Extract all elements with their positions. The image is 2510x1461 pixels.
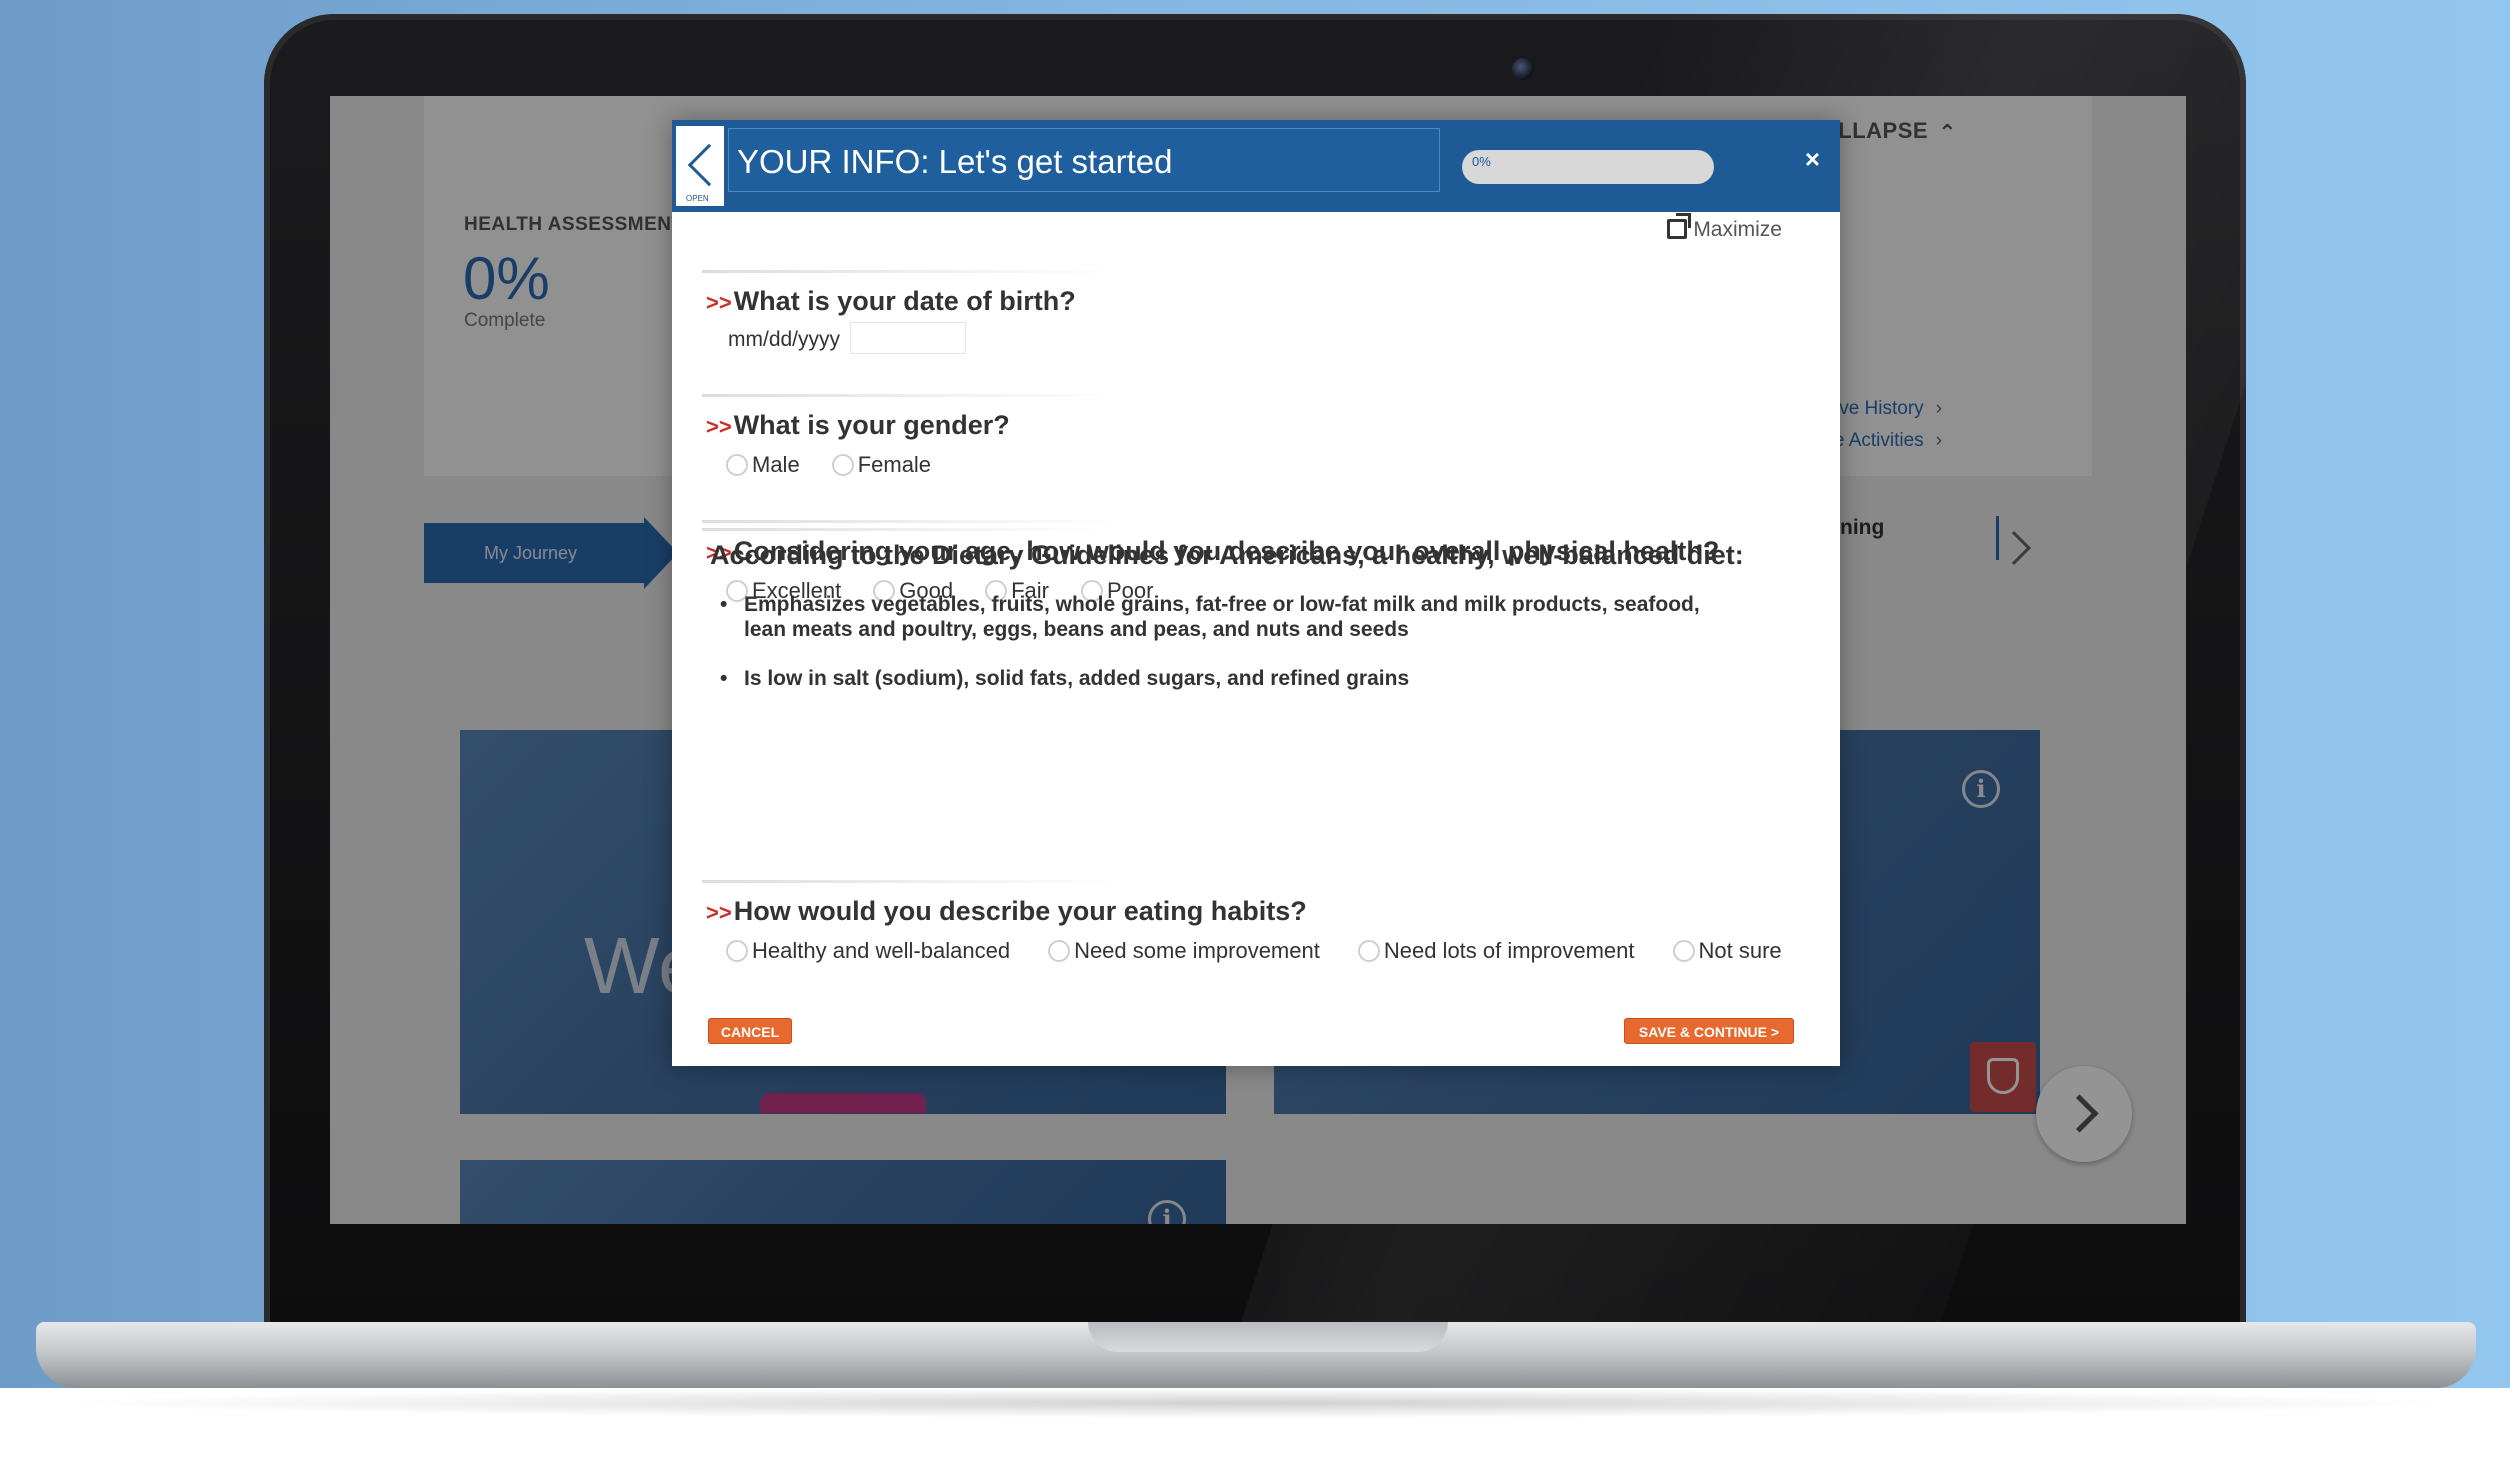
question-gender-label: What is your gender? [733, 410, 1010, 440]
dob-input[interactable] [850, 322, 966, 354]
question-marker: >> [706, 414, 732, 439]
radio-button[interactable] [1357, 940, 1380, 962]
maximize-label: Maximize [1693, 218, 1782, 241]
gender-option-female[interactable]: Female [831, 452, 932, 478]
eating-option-healthy[interactable]: Healthy and well-balanced [726, 938, 1010, 964]
radio-button[interactable] [831, 454, 854, 476]
guidelines-item: Emphasizes vegetables, fruits, whole gra… [720, 592, 1740, 642]
question-marker: >> [706, 290, 732, 315]
laptop-base-notch [1088, 1322, 1448, 1352]
guidelines-divider [702, 528, 1102, 531]
question-dob: >>What is your date of birth? mm/dd/yyyy [702, 270, 1802, 370]
title-box: YOUR INFO: Let's get started [728, 128, 1440, 192]
progress-label: 0% [1472, 154, 1491, 169]
maximize-button[interactable]: Maximize [1667, 213, 1782, 242]
eating-option-lots-improvement[interactable]: Need lots of improvement [1357, 938, 1635, 964]
question-marker: >> [706, 900, 732, 925]
your-info-modal: OPEN YOUR INFO: Let's get started 0% × M… [672, 120, 1840, 1066]
question-gender-text: >>What is your gender? [706, 410, 1010, 441]
question-divider [702, 880, 1122, 883]
close-icon[interactable]: × [1805, 144, 1820, 175]
eating-options: Healthy and well-balanced Need some impr… [726, 938, 1782, 964]
radio-button[interactable] [1672, 940, 1695, 962]
floor-shadow [40, 1388, 2470, 1418]
gender-option-male[interactable]: Male [726, 452, 800, 478]
question-eating-text: >>How would you describe your eating hab… [706, 896, 1307, 927]
option-label: Female [857, 452, 932, 477]
question-dob-label: What is your date of birth? [733, 286, 1076, 316]
gender-options: Male Female [726, 452, 931, 478]
guidelines-item: Is low in salt (sodium), solid fats, add… [720, 666, 1740, 691]
eating-option-not-sure[interactable]: Not sure [1672, 938, 1782, 964]
radio-button[interactable] [1048, 940, 1071, 962]
question-eating: >>How would you describe your eating hab… [702, 880, 1802, 980]
radio-button[interactable] [726, 454, 748, 476]
radio-button[interactable] [726, 940, 748, 962]
modal-header: OPEN YOUR INFO: Let's get started 0% × [672, 120, 1840, 212]
cancel-button[interactable]: CANCEL [708, 1018, 792, 1044]
back-label: OPEN [686, 194, 709, 203]
eating-option-some-improvement[interactable]: Need some improvement [1048, 938, 1320, 964]
external-link-icon [1667, 213, 1692, 239]
question-eating-label: How would you describe your eating habit… [733, 896, 1307, 926]
back-button[interactable]: OPEN [676, 126, 731, 206]
chevron-left-icon [687, 143, 731, 187]
option-label: Male [752, 452, 800, 477]
option-label: Need lots of improvement [1383, 938, 1635, 963]
modal-title: YOUR INFO: Let's get started [737, 143, 1173, 180]
option-label: Healthy and well-balanced [752, 938, 1011, 963]
save-continue-button[interactable]: SAVE & CONTINUE > [1624, 1018, 1794, 1044]
guidelines-title: According to the Dietary Guidelines for … [710, 540, 1744, 570]
question-divider [702, 270, 1122, 273]
question-dob-text: >>What is your date of birth? [706, 286, 1076, 317]
option-label: Need some improvement [1074, 938, 1320, 963]
question-divider [702, 520, 1122, 523]
camera [1512, 58, 1534, 80]
option-label: Not sure [1698, 938, 1782, 963]
laptop-screen: COLLAPSE ⌃ HEALTH ASSESSMENT 0% Complete … [330, 96, 2186, 1224]
dob-format-label: mm/dd/yyyy [728, 328, 841, 351]
question-divider [702, 394, 1122, 397]
question-gender: >>What is your gender? Male Female [702, 394, 1802, 494]
guidelines-list: Emphasizes vegetables, fruits, whole gra… [720, 592, 1740, 715]
progress-bar: 0% [1462, 150, 1714, 184]
